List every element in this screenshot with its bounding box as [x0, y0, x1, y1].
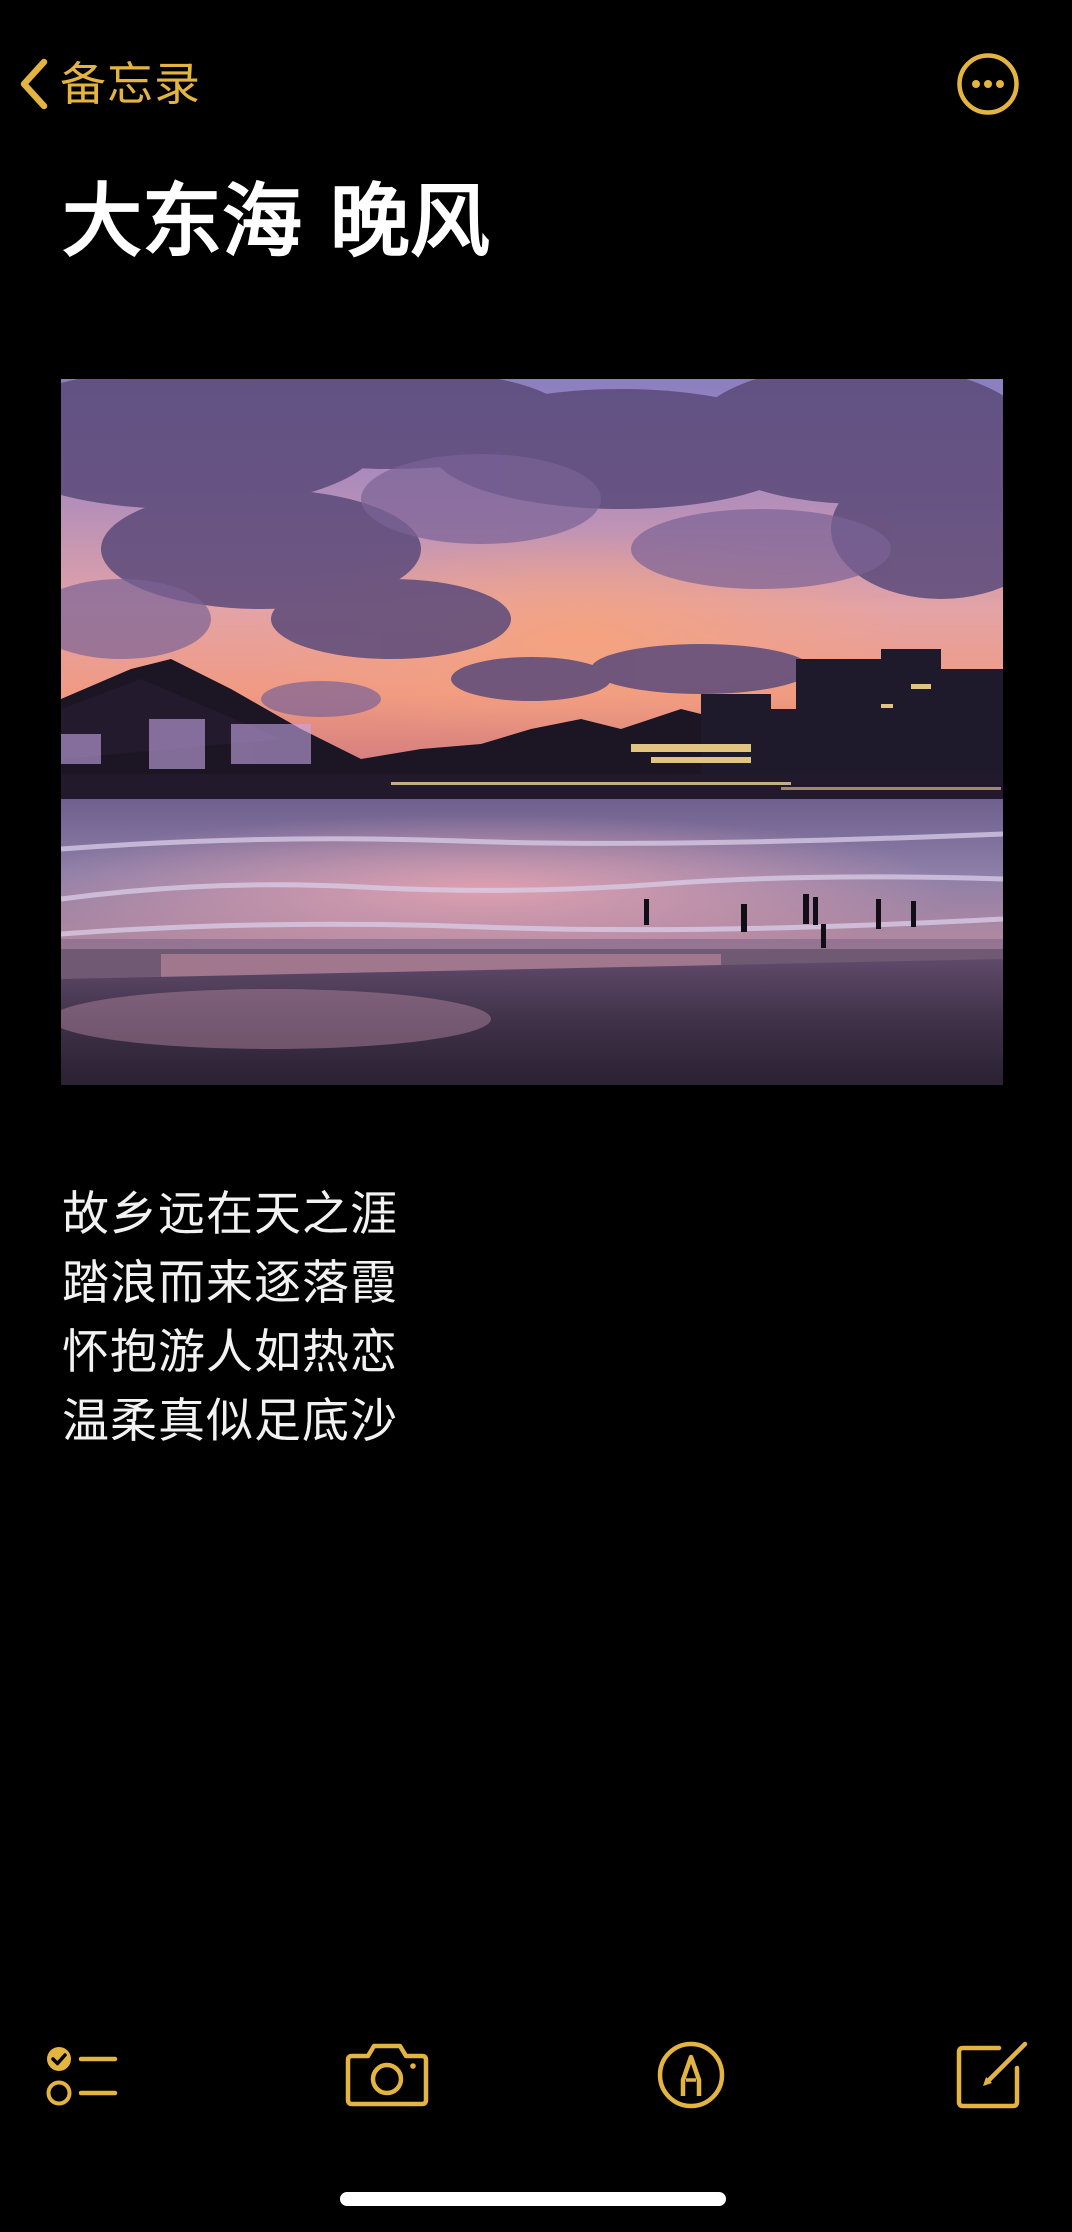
camera-icon[interactable]	[342, 2030, 432, 2120]
compose-icon[interactable]	[945, 2030, 1035, 2120]
home-indicator[interactable]	[340, 2192, 726, 2206]
ellipsis-circle-icon[interactable]	[956, 52, 1020, 116]
note-line: 怀抱游人如热恋	[62, 1325, 398, 1380]
note-line: 温柔真似足底沙	[62, 1394, 398, 1449]
bottom-toolbar	[0, 2030, 1072, 2120]
chevron-left-icon	[20, 58, 48, 110]
note-body[interactable]: 故乡远在天之涯 踏浪而来逐落霞 怀抱游人如热恋 温柔真似足底沙	[62, 1180, 398, 1456]
note-line: 故乡远在天之涯	[62, 1187, 398, 1242]
note-photo[interactable]	[61, 379, 1003, 1085]
beach-sunset-photo	[61, 379, 1003, 1085]
navigation-bar: 备忘录	[0, 40, 1072, 130]
pen-markup-icon[interactable]	[646, 2030, 736, 2120]
note-line: 踏浪而来逐落霞	[62, 1256, 398, 1311]
checklist-icon[interactable]	[35, 2030, 125, 2120]
back-button-label: 备忘录	[60, 57, 201, 111]
back-button[interactable]: 备忘录	[14, 54, 201, 114]
note-title[interactable]: 大东海 晚风	[62, 172, 490, 272]
